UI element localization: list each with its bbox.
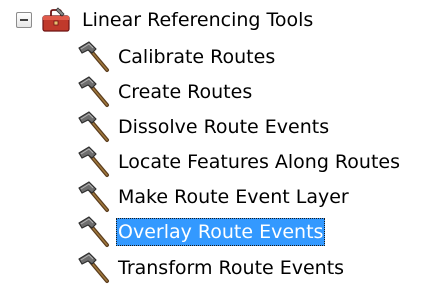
toolbox-tree: Linear Referencing Tools Calibrate Route… — [0, 0, 438, 291]
toolbox-label: Linear Referencing Tools — [82, 9, 314, 31]
tool-label: Make Route Event Layer — [118, 186, 349, 208]
hammer-icon — [76, 215, 112, 249]
tree-node-linear-referencing-tools[interactable]: Linear Referencing Tools — [16, 3, 315, 37]
tree-item-transform-route-events[interactable]: Transform Route Events — [76, 251, 346, 285]
hammer-icon — [76, 180, 112, 214]
tool-label: Transform Route Events — [118, 257, 345, 279]
tree-item-make-route-event-layer[interactable]: Make Route Event Layer — [76, 180, 351, 214]
tool-label: Locate Features Along Routes — [118, 151, 400, 173]
tool-label: Calibrate Routes — [118, 46, 276, 68]
hammer-icon — [76, 40, 112, 74]
toolbox-icon — [42, 7, 70, 32]
tool-label-selected: Overlay Route Events — [116, 218, 326, 246]
tree-item-locate-features-along-routes[interactable]: Locate Features Along Routes — [76, 145, 402, 179]
hammer-icon — [76, 145, 112, 179]
hammer-icon — [76, 251, 112, 285]
hammer-icon — [76, 110, 112, 144]
tool-label: Create Routes — [118, 81, 253, 103]
tree-item-calibrate-routes[interactable]: Calibrate Routes — [76, 40, 277, 74]
tree-item-create-routes[interactable]: Create Routes — [76, 75, 254, 109]
collapse-toggle-icon[interactable] — [16, 12, 32, 28]
tree-item-overlay-route-events[interactable]: Overlay Route Events — [76, 215, 326, 249]
hammer-icon — [76, 75, 112, 109]
tree-item-dissolve-route-events[interactable]: Dissolve Route Events — [76, 110, 331, 144]
tool-label: Dissolve Route Events — [118, 116, 330, 138]
